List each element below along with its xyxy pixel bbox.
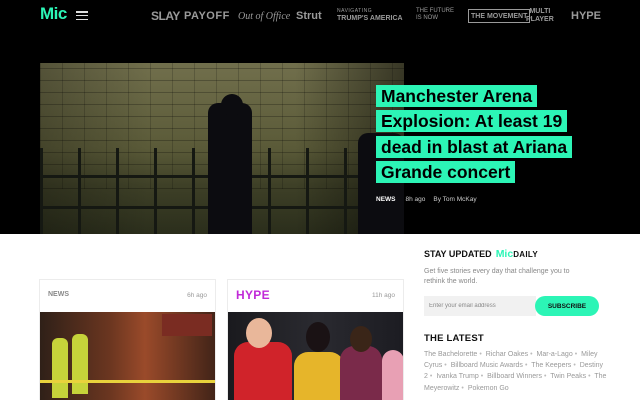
nav-item-navigating-trumps-america[interactable]: NAVIGATING TRUMP'S AMERICA <box>337 8 403 26</box>
link-separator: • <box>574 351 578 358</box>
newsletter-title: STAY UPDATED Mic DAILY <box>424 248 538 261</box>
hero-headline-text[interactable]: Manchester Arena Explosion: At least 19 … <box>376 85 573 183</box>
email-field[interactable] <box>424 296 536 316</box>
link-separator: • <box>530 351 533 358</box>
latest-topic-link[interactable]: Ivanka Trump <box>436 373 478 380</box>
link-separator: • <box>588 373 591 381</box>
police-officer <box>72 334 88 394</box>
top-navigation-bar: Mic SLAY PAYOFF Out of Office Strut NAVI… <box>0 0 640 30</box>
link-separator: • <box>479 351 482 358</box>
link-separator: • <box>480 373 484 381</box>
police-officer <box>52 338 68 398</box>
police-tape <box>40 380 215 383</box>
link-separator: • <box>461 384 464 392</box>
mic-logo[interactable]: Mic <box>40 4 67 24</box>
nav-item-line: MULTI <box>529 8 551 15</box>
latest-topic-link[interactable]: Billboard Winners <box>487 373 542 380</box>
nav-item-out-of-office[interactable]: Out of Office <box>238 7 290 25</box>
card-image[interactable] <box>228 312 403 400</box>
nav-item-line: PLAYER <box>526 16 554 23</box>
officer-helmet <box>221 94 243 116</box>
latest-topic-link[interactable]: Richar Oakes <box>486 351 528 358</box>
latest-topic-link[interactable]: Twin Peaks <box>550 373 586 380</box>
latest-topic-links: The Bachelorette • Richar Oakes • Mar-a-La… <box>424 349 614 394</box>
card-timestamp: 11h ago <box>371 292 395 299</box>
latest-topic-link[interactable]: Mar-a-Lago <box>537 351 573 358</box>
nav-item-multiplayer[interactable]: MULTI PLAYER <box>526 8 554 26</box>
link-separator: • <box>444 362 447 370</box>
card-timestamp: 6h ago <box>187 292 207 299</box>
link-separator: • <box>573 362 576 370</box>
nav-item-strut[interactable]: Strut <box>296 7 322 25</box>
nav-item-payoff[interactable]: PAYOFF <box>184 7 230 25</box>
nav-item-line: THE FUTURE <box>416 8 454 14</box>
nav-item-the-movement[interactable]: THE MOVEMENT <box>468 9 531 23</box>
card-category-hype-logo[interactable]: HYPE <box>236 288 270 302</box>
person-head <box>306 322 330 352</box>
newsletter-description: Get five stories every day that challeng… <box>424 268 570 285</box>
card-category[interactable]: NEWS <box>48 291 69 298</box>
nav-item-line: IS NOW <box>416 15 438 21</box>
latest-topic-link[interactable]: Billboard Music Awards <box>451 362 523 369</box>
nav-item-the-future-is-now[interactable]: THE FUTURE IS NOW <box>416 8 454 26</box>
story-card[interactable]: HYPE 11h ago <box>228 280 403 400</box>
link-separator: • <box>544 373 547 381</box>
person <box>382 350 403 400</box>
nav-item-line: NAVIGATING <box>337 8 373 14</box>
story-card[interactable]: NEWS 6h ago <box>40 280 215 400</box>
latest-topic-link[interactable]: The Keepers <box>531 362 571 369</box>
person <box>294 352 344 400</box>
latest-heading: THE LATEST <box>424 333 484 344</box>
storefront-sign <box>162 314 212 336</box>
nav-item-hype[interactable]: HYPE <box>571 7 601 25</box>
hero-headline[interactable]: Manchester Arena Explosion: At least 19 … <box>376 84 606 185</box>
hero-timestamp: 8h ago <box>405 195 426 203</box>
latest-topic-link[interactable]: The Bachelorette <box>424 351 477 358</box>
person-head <box>246 318 272 348</box>
person-head <box>350 326 372 352</box>
hero-byline[interactable]: By Tom McKay <box>433 196 476 203</box>
mic-daily-logo: Mic <box>495 248 514 260</box>
latest-topic-link[interactable]: Pokemon Go <box>468 385 509 392</box>
link-separator: • <box>524 362 528 370</box>
subscribe-button[interactable]: SUBSCRIBE <box>535 296 599 316</box>
card-image[interactable] <box>40 312 215 400</box>
nav-item-slay[interactable]: SLAY <box>151 7 180 25</box>
mic-daily-suffix: DAILY <box>513 250 538 259</box>
hamburger-menu-icon[interactable] <box>76 11 88 21</box>
hero-category[interactable]: NEWS <box>376 196 396 203</box>
link-separator: • <box>429 373 433 381</box>
newsletter-heading: STAY UPDATED <box>424 249 492 259</box>
hero-meta: NEWS 8h ago By Tom McKay <box>376 194 477 204</box>
section-nav: SLAY PAYOFF Out of Office Strut NAVIGATI… <box>148 7 610 25</box>
nav-item-line: TRUMP'S AMERICA <box>337 15 403 22</box>
person <box>234 342 292 400</box>
person <box>340 346 382 400</box>
